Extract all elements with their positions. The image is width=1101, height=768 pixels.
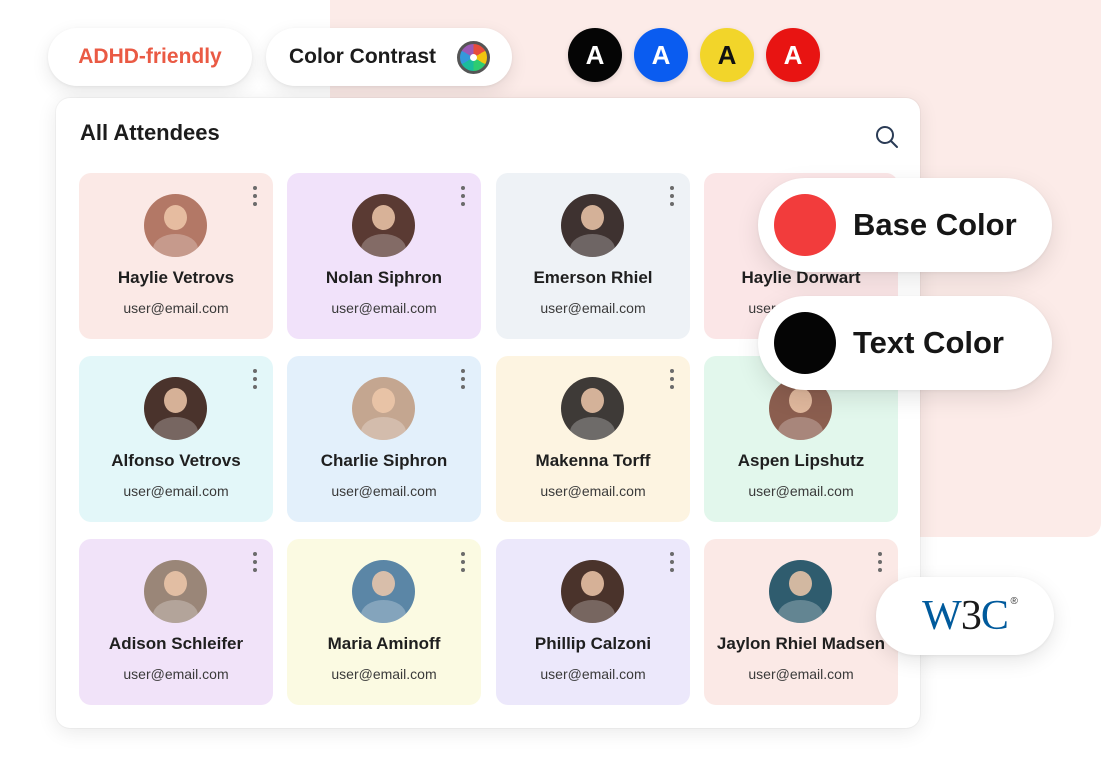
attendee-card[interactable]: Makenna Torff user@email.com <box>496 356 690 522</box>
color-contrast-toggle[interactable]: Color Contrast <box>266 28 512 86</box>
attendee-name: Makenna Torff <box>535 451 651 470</box>
kebab-menu-icon[interactable] <box>247 367 263 391</box>
attendee-email: user@email.com <box>331 666 437 682</box>
attendee-name: Jaylon Rhiel Madsen <box>716 634 886 653</box>
attendee-name: Haylie Vetrovs <box>117 268 235 287</box>
text-color-control[interactable]: Text Color <box>758 296 1052 390</box>
attendee-card[interactable]: Nolan Siphron user@email.com <box>287 173 481 339</box>
avatar <box>769 560 832 623</box>
adhd-friendly-toggle[interactable]: ADHD-friendly <box>48 28 252 86</box>
attendee-name: Aspen Lipshutz <box>737 451 865 470</box>
attendee-card[interactable]: Adison Schleifer user@email.com <box>79 539 273 705</box>
contrast-swatch[interactable]: A <box>766 28 820 82</box>
w3c-logo: W3C ® <box>922 593 1018 639</box>
attendee-email: user@email.com <box>540 483 646 499</box>
avatar <box>144 194 207 257</box>
attendee-card[interactable]: Jaylon Rhiel Madsen user@email.com <box>704 539 898 705</box>
avatar <box>352 194 415 257</box>
attendee-email: user@email.com <box>123 666 229 682</box>
attendee-card[interactable]: Charlie Siphron user@email.com <box>287 356 481 522</box>
attendee-name: Emerson Rhiel <box>533 268 653 287</box>
attendee-email: user@email.com <box>123 300 229 316</box>
panel-title: All Attendees <box>80 120 220 145</box>
kebab-menu-icon[interactable] <box>455 367 471 391</box>
attendee-email: user@email.com <box>540 300 646 316</box>
attendee-email: user@email.com <box>540 666 646 682</box>
search-icon[interactable] <box>874 124 900 150</box>
contrast-swatch[interactable]: A <box>700 28 754 82</box>
kebab-menu-icon[interactable] <box>664 367 680 391</box>
avatar <box>144 377 207 440</box>
kebab-menu-icon[interactable] <box>664 184 680 208</box>
attendee-name: Nolan Siphron <box>325 268 443 287</box>
color-wheel-icon <box>457 41 490 74</box>
base-color-swatch <box>774 194 836 256</box>
contrast-swatch[interactable]: A <box>568 28 622 82</box>
contrast-swatch[interactable]: A <box>634 28 688 82</box>
attendee-name: Alfonso Vetrovs <box>111 451 241 470</box>
kebab-menu-icon[interactable] <box>247 184 263 208</box>
kebab-menu-icon[interactable] <box>664 550 680 574</box>
attendee-name: Adison Schleifer <box>108 634 244 653</box>
attendee-card[interactable]: Alfonso Vetrovs user@email.com <box>79 356 273 522</box>
text-color-label: Text Color <box>853 325 1004 360</box>
text-color-swatch <box>774 312 836 374</box>
kebab-menu-icon[interactable] <box>455 550 471 574</box>
attendee-email: user@email.com <box>331 300 437 316</box>
avatar <box>561 194 624 257</box>
attendee-card[interactable]: Maria Aminoff user@email.com <box>287 539 481 705</box>
kebab-menu-icon[interactable] <box>872 550 888 574</box>
w3c-badge: W3C ® <box>876 577 1054 655</box>
attendee-card[interactable]: Haylie Vetrovs user@email.com <box>79 173 273 339</box>
base-color-label: Base Color <box>853 207 1017 242</box>
base-color-control[interactable]: Base Color <box>758 178 1052 272</box>
attendee-name: Maria Aminoff <box>327 634 441 653</box>
kebab-menu-icon[interactable] <box>455 184 471 208</box>
attendee-email: user@email.com <box>748 666 854 682</box>
avatar <box>352 377 415 440</box>
attendee-name: Phillip Calzoni <box>534 634 652 653</box>
attendee-email: user@email.com <box>331 483 437 499</box>
kebab-menu-icon[interactable] <box>247 550 263 574</box>
attendee-email: user@email.com <box>123 483 229 499</box>
avatar <box>561 560 624 623</box>
color-contrast-label: Color Contrast <box>289 45 436 68</box>
avatar <box>144 560 207 623</box>
avatar <box>561 377 624 440</box>
attendee-card[interactable]: Emerson Rhiel user@email.com <box>496 173 690 339</box>
attendee-card[interactable]: Phillip Calzoni user@email.com <box>496 539 690 705</box>
avatar <box>352 560 415 623</box>
adhd-friendly-label: ADHD-friendly <box>78 45 222 68</box>
attendee-email: user@email.com <box>748 483 854 499</box>
attendee-name: Charlie Siphron <box>320 451 448 470</box>
